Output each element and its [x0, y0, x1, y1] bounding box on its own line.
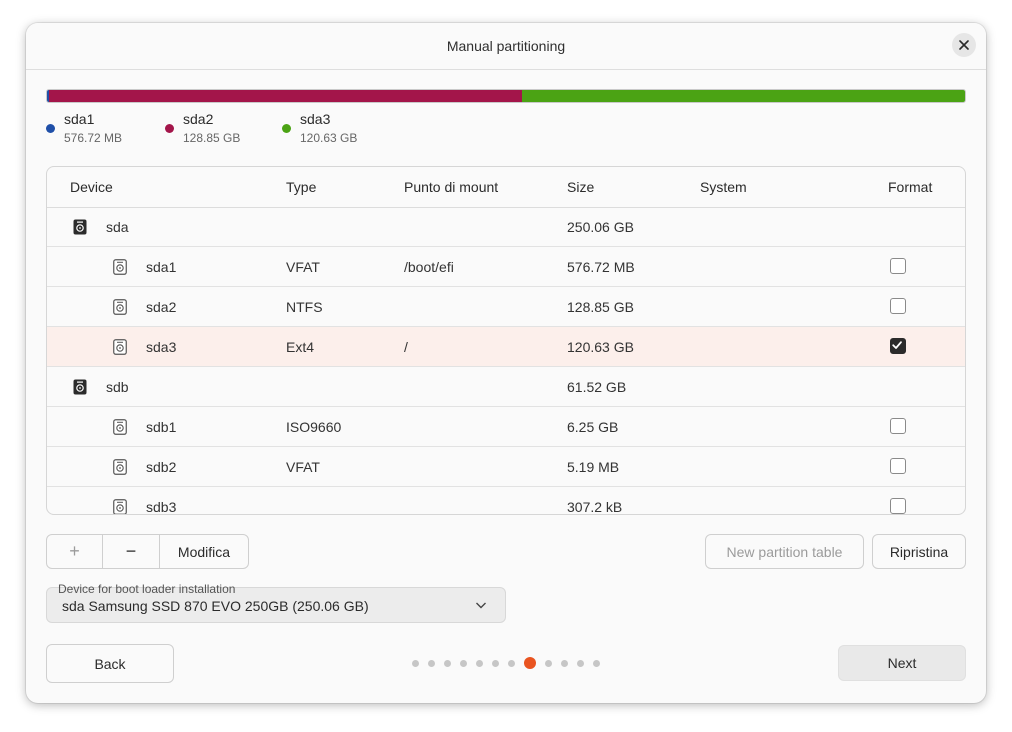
back-button[interactable]: Back	[46, 644, 174, 683]
table-row[interactable]: sda3 Ext4 / 120.63 GB	[47, 327, 965, 367]
remove-partition-button[interactable]: −	[103, 535, 160, 568]
bar-segment-sda2	[48, 90, 522, 102]
cell-device: sdb	[106, 379, 129, 395]
cell-size: 250.06 GB	[567, 219, 634, 235]
legend-name: sda3	[300, 111, 331, 127]
format-checkbox[interactable]	[890, 418, 906, 434]
cell-device: sdb3	[146, 499, 177, 515]
add-partition-button[interactable]: +	[47, 535, 103, 568]
step-dot	[460, 659, 467, 667]
column-header-mount[interactable]: Punto di mount	[404, 179, 498, 195]
table-row[interactable]: sdb3 307.2 kB	[47, 487, 965, 515]
column-header-type[interactable]: Type	[286, 179, 316, 195]
table-body: sda 250.06 GB sda1 VFAT/boot/efi 576.72 MB sd…	[47, 207, 965, 515]
legend-color-dot	[46, 124, 55, 133]
step-indicator	[412, 656, 609, 670]
partition-edit-button-group: + − Modifica	[46, 534, 249, 569]
partition-icon	[113, 459, 127, 475]
partition-icon	[113, 419, 127, 435]
legend-name: sda1	[64, 111, 95, 127]
column-header-format[interactable]: Format	[888, 179, 932, 195]
modify-partition-button[interactable]: Modifica	[160, 535, 248, 568]
partition-table: Device Type Punto di mount Size System F…	[46, 166, 966, 515]
cell-mount: /boot/efi	[404, 259, 454, 275]
cell-device: sdb1	[146, 419, 177, 435]
bootloader-device-value: sda Samsung SSD 870 EVO 250GB (250.06 GB…	[62, 598, 369, 614]
column-header-device[interactable]: Device	[70, 179, 113, 195]
cell-device: sdb2	[146, 459, 177, 475]
format-checkbox[interactable]	[890, 498, 906, 514]
disk-drive-icon	[73, 219, 87, 235]
column-header-system[interactable]: System	[700, 179, 747, 195]
cell-size: 128.85 GB	[567, 299, 634, 315]
cell-mount: /	[404, 339, 408, 355]
cell-type: NTFS	[286, 299, 323, 315]
format-checkbox[interactable]	[890, 298, 906, 314]
format-checkbox[interactable]	[890, 258, 906, 274]
cell-type: VFAT	[286, 459, 320, 475]
close-icon	[959, 40, 969, 50]
cell-device: sda1	[146, 259, 177, 275]
legend-color-dot	[165, 124, 174, 133]
cell-size: 576.72 MB	[567, 259, 635, 275]
table-row[interactable]: sda2 NTFS 128.85 GB	[47, 287, 965, 327]
step-dot	[412, 659, 419, 667]
partition-icon	[113, 339, 127, 355]
chevron-down-icon	[476, 602, 486, 609]
cell-size: 307.2 kB	[567, 499, 623, 515]
step-dot-current	[524, 657, 536, 669]
bar-segment-sda3	[521, 90, 965, 102]
checkmark-icon	[892, 341, 902, 349]
legend-color-dot	[282, 124, 291, 133]
step-dot	[577, 659, 584, 667]
cell-device: sda3	[146, 339, 177, 355]
table-row[interactable]: sdb1 ISO9660 6.25 GB	[47, 407, 965, 447]
legend-size: 128.85 GB	[183, 131, 241, 145]
cell-type: VFAT	[286, 259, 320, 275]
step-dot	[508, 659, 515, 667]
cell-size: 6.25 GB	[567, 419, 619, 435]
format-checkbox[interactable]	[890, 338, 906, 354]
step-dot	[593, 659, 600, 667]
close-button[interactable]	[952, 33, 976, 57]
window-title: Manual partitioning	[446, 38, 566, 54]
format-checkbox[interactable]	[890, 458, 906, 474]
step-dot	[492, 659, 499, 667]
legend-size: 576.72 MB	[64, 131, 123, 145]
partition-usage-bar	[46, 89, 966, 103]
column-header-size[interactable]: Size	[567, 179, 594, 195]
new-partition-table-button[interactable]: New partition table	[705, 534, 864, 569]
legend-name: sda2	[183, 111, 214, 127]
partition-icon	[113, 259, 127, 275]
cell-size: 120.63 GB	[567, 339, 634, 355]
partition-icon	[113, 499, 127, 514]
cell-device: sda2	[146, 299, 177, 315]
table-row[interactable]: sda1 VFAT/boot/efi 576.72 MB	[47, 247, 965, 287]
next-button[interactable]: Next	[838, 645, 966, 681]
table-header: Device Type Punto di mount Size System F…	[47, 167, 965, 208]
step-dot	[545, 659, 552, 667]
table-row[interactable]: sda 250.06 GB	[47, 207, 965, 247]
step-dot	[476, 659, 483, 667]
cell-size: 5.19 MB	[567, 459, 620, 475]
manual-partitioning-dialog: Manual partitioning sda1 576.72 MB sda2 …	[26, 23, 986, 703]
reset-button[interactable]: Ripristina	[872, 534, 966, 569]
minus-icon: −	[125, 541, 137, 561]
table-row[interactable]: sdb 61.52 GB	[47, 367, 965, 407]
legend-size: 120.63 GB	[300, 131, 358, 145]
cell-type: Ext4	[286, 339, 315, 355]
bootloader-label: Device for boot loader installation	[58, 582, 236, 596]
cell-device: sda	[106, 219, 129, 235]
disk-drive-icon	[73, 379, 87, 395]
cell-type: ISO9660	[286, 419, 342, 435]
plus-icon: +	[69, 541, 80, 561]
step-dot	[444, 659, 451, 667]
cell-size: 61.52 GB	[567, 379, 627, 395]
table-row[interactable]: sdb2 VFAT 5.19 MB	[47, 447, 965, 487]
step-dot	[561, 659, 568, 667]
partition-icon	[113, 299, 127, 315]
titlebar: Manual partitioning	[26, 23, 986, 70]
step-dot	[428, 659, 435, 667]
